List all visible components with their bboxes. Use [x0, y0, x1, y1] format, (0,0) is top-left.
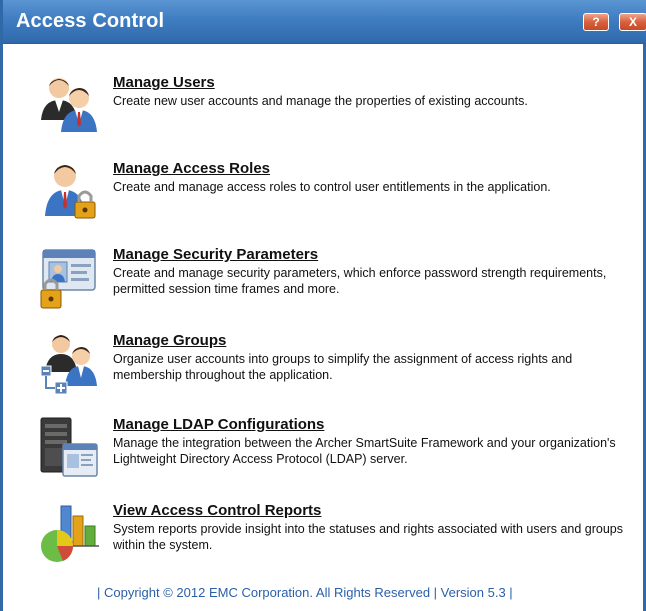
server-document-icon	[40, 417, 98, 477]
menu-item-manage-ldap-configurations: Manage LDAP Configurations Manage the in…	[3, 416, 646, 496]
manage-ldap-configurations-link[interactable]: Manage LDAP Configurations	[113, 416, 324, 433]
footer-copyright: | Copyright © 2012 EMC Corporation. All …	[97, 585, 513, 600]
manage-groups-link[interactable]: Manage Groups	[113, 332, 226, 349]
user-group-icon	[40, 335, 97, 395]
manage-access-roles-description: Create and manage access roles to contro…	[113, 180, 551, 194]
menu-item-manage-security-parameters: Manage Security Parameters Create and ma…	[3, 246, 646, 326]
manage-access-roles-link[interactable]: Manage Access Roles	[113, 160, 270, 177]
help-button[interactable]: ?	[583, 13, 609, 31]
menu-item-manage-groups: Manage Groups Organize user accounts int…	[3, 332, 646, 412]
menu-item-manage-users: Manage Users Create new user accounts an…	[3, 74, 646, 154]
menu-item-view-access-control-reports: View Access Control Reports System repor…	[3, 502, 646, 582]
manage-users-link[interactable]: Manage Users	[113, 74, 215, 91]
view-access-control-reports-description: System reports provide insight into the …	[113, 522, 623, 552]
users-icon	[41, 78, 97, 132]
reports-chart-icon	[41, 505, 99, 562]
close-button[interactable]: X	[619, 13, 646, 31]
manage-groups-description: Organize user accounts into groups to si…	[113, 352, 573, 382]
view-access-control-reports-link[interactable]: View Access Control Reports	[113, 502, 321, 519]
title-bar: Access Control ? X	[3, 0, 646, 44]
user-lock-icon	[45, 165, 96, 219]
security-card-lock-icon	[40, 249, 96, 309]
manage-security-parameters-link[interactable]: Manage Security Parameters	[113, 246, 318, 263]
manage-security-parameters-description: Create and manage security parameters, w…	[113, 266, 607, 296]
access-control-window: Access Control ? X Manage Users Create n…	[0, 0, 646, 611]
manage-users-description: Create new user accounts and manage the …	[113, 94, 528, 108]
menu-item-manage-access-roles: Manage Access Roles Create and manage ac…	[3, 160, 646, 240]
window-title: Access Control	[16, 10, 165, 32]
manage-ldap-configurations-description: Manage the integration between the Arche…	[113, 436, 616, 466]
